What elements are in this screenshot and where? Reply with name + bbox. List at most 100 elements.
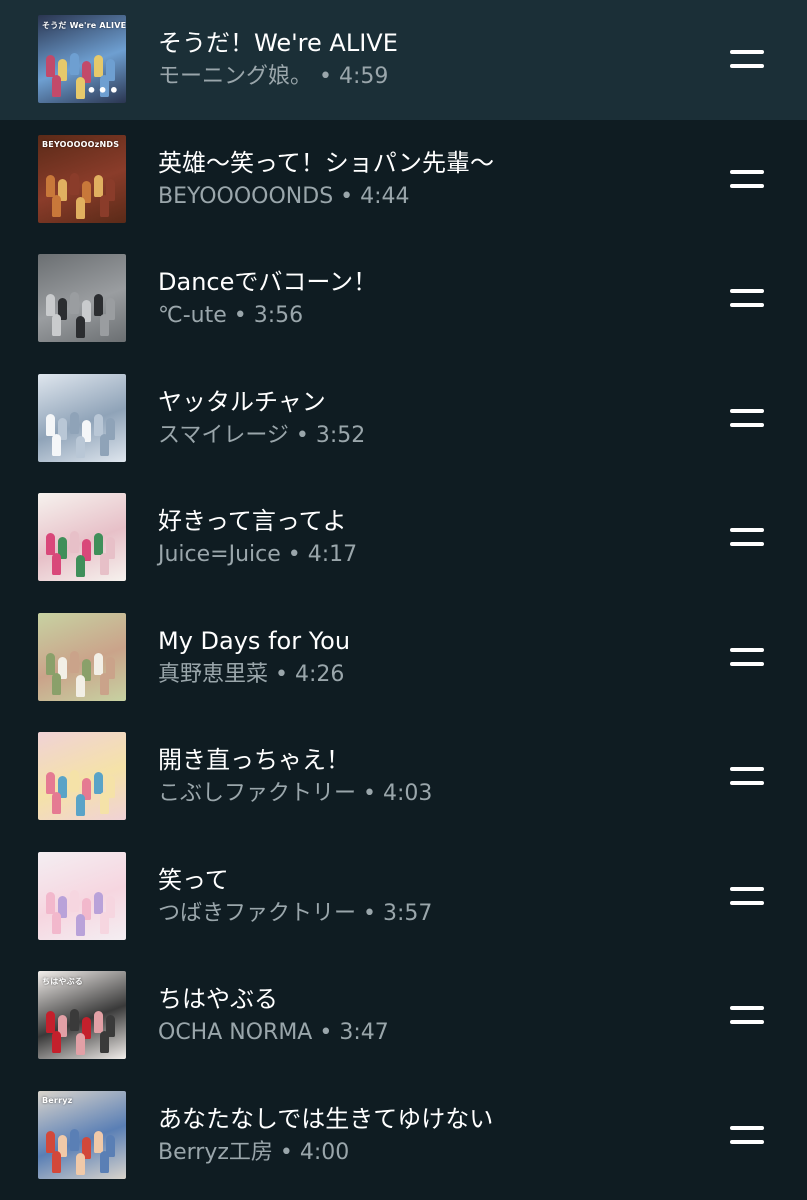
drag-handle-icon[interactable] <box>730 169 764 190</box>
song-title: My Days for You <box>158 626 351 655</box>
queue-item[interactable]: ちはやぶる ちはやぶる OCHA NORMA • 3:47 <box>0 956 807 1076</box>
album-art-figure <box>76 1152 85 1175</box>
album-art-figure <box>46 174 55 197</box>
album-art-figure <box>94 1011 103 1033</box>
album-art-figure <box>52 433 61 456</box>
queue-item[interactable]: My Days for You 真野恵里菜 • 4:26 <box>0 598 807 718</box>
album-art-figure <box>100 1031 109 1053</box>
queue-item[interactable]: 開き直っちゃえ！ こぶしファクトリー • 4:03 <box>0 717 807 837</box>
album-art-figure <box>52 553 61 575</box>
drag-handle-bar <box>730 661 764 666</box>
song-artist-duration: OCHA NORMA • 3:47 <box>158 1020 389 1045</box>
queue-item[interactable]: 笑って つばきファクトリー • 3:57 <box>0 837 807 957</box>
album-art-figure <box>100 911 109 934</box>
drag-handle-icon[interactable] <box>730 647 764 668</box>
drag-handle-bar <box>730 1020 764 1024</box>
album-art-thumbnail[interactable] <box>38 612 126 701</box>
album-art-figure <box>70 1128 79 1151</box>
album-art-figure <box>70 172 79 195</box>
album-art-figure <box>100 433 109 456</box>
drag-handle-bar <box>730 1006 764 1010</box>
album-art-figure <box>100 792 109 814</box>
album-art-figure <box>52 911 61 934</box>
song-title: 開き直っちゃえ！ <box>158 746 350 774</box>
drag-handle-bar <box>730 422 764 427</box>
album-art-figure <box>52 672 61 695</box>
drag-handle-bar <box>730 647 764 652</box>
drag-handle-bar <box>730 408 764 413</box>
song-artist-duration: こぶしファクトリー • 4:03 <box>158 781 433 806</box>
album-art-figure <box>100 314 109 336</box>
album-art-figure <box>100 1150 109 1173</box>
drag-handle-bar <box>730 528 764 532</box>
album-art-figure <box>46 1011 55 1033</box>
album-art-figure <box>46 533 55 555</box>
drag-handle-icon[interactable] <box>730 767 764 787</box>
album-art-figure <box>94 533 103 555</box>
album-art-figure <box>52 314 61 336</box>
album-art-thumbnail[interactable]: そうだ We're ALIVE ••• <box>38 15 126 103</box>
song-title: 英雄〜笑って！ショパン先輩〜 <box>158 148 494 177</box>
album-art-figure <box>94 1130 103 1153</box>
album-art-figure <box>46 55 55 77</box>
drag-handle-bar <box>730 50 764 54</box>
album-art-figure <box>94 294 103 316</box>
album-art-figure <box>94 772 103 794</box>
drag-handle-bar <box>730 303 764 307</box>
album-art-thumbnail[interactable] <box>38 493 126 581</box>
queue-item[interactable]: Berryz あなたなしでは生きてゆけない Berryz工房 • 4:00 <box>0 1076 807 1196</box>
queue-item[interactable]: ヤッタルチャン スマイレージ • 3:52 <box>0 359 807 479</box>
drag-handle-bar <box>730 289 764 293</box>
play-queue-list: そうだ We're ALIVE ••• そうだ！We're ALIVE モーニング娘。… <box>0 0 807 1200</box>
album-art-thumbnail[interactable] <box>38 373 126 462</box>
drag-handle-icon[interactable] <box>730 1006 764 1026</box>
album-art-figure <box>70 889 79 912</box>
queue-item[interactable]: BEYOOOOOzNDS 英雄〜笑って！ショパン先輩〜 BEYOOOOONDS • … <box>0 120 807 240</box>
drag-handle-icon[interactable] <box>730 408 764 429</box>
song-artist-duration: Juice=Juice • 4:17 <box>158 542 358 567</box>
song-artist-duration: 真野恵里菜 • 4:26 <box>158 661 345 687</box>
album-art-figure <box>76 913 85 936</box>
song-title: ちはやぶる <box>158 985 278 1013</box>
album-art-thumbnail[interactable]: ちはやぶる <box>38 971 126 1059</box>
drag-handle-bar <box>730 1125 764 1130</box>
drag-handle-bar <box>730 64 764 68</box>
drag-handle-icon[interactable] <box>730 528 764 548</box>
drag-handle-bar <box>730 1139 764 1144</box>
album-art-figure <box>100 553 109 575</box>
album-art-thumbnail[interactable]: Berryz <box>38 1090 126 1179</box>
queue-item[interactable]: Danceでバコーン！ ℃-ute • 3:56 <box>0 239 807 359</box>
drag-handle-icon[interactable] <box>730 50 764 70</box>
album-art-figure <box>52 1031 61 1053</box>
drag-handle-icon[interactable] <box>730 289 764 309</box>
song-title: あなたなしでは生きてゆけない <box>158 1104 494 1133</box>
album-art-figure <box>94 652 103 675</box>
album-art-figure <box>70 411 79 434</box>
song-artist-duration: Berryz工房 • 4:00 <box>158 1139 350 1165</box>
album-art-thumbnail[interactable]: BEYOOOOOzNDS <box>38 134 126 223</box>
album-art-figure <box>46 413 55 436</box>
more-options-icon[interactable]: ••• <box>86 83 120 99</box>
album-art-figure <box>70 770 79 792</box>
album-art-figure <box>70 650 79 673</box>
album-art-text: BEYOOOOOzNDS <box>42 139 120 149</box>
drag-handle-icon[interactable] <box>730 886 764 907</box>
queue-item[interactable]: 好きって言ってよ Juice=Juice • 4:17 <box>0 478 807 598</box>
album-art-thumbnail[interactable] <box>38 851 126 940</box>
drag-handle-icon[interactable] <box>730 1125 764 1146</box>
album-art-text: Berryz <box>42 1095 73 1105</box>
song-title: Danceでバコーン！ <box>158 268 378 296</box>
album-art-figure <box>52 792 61 814</box>
album-art-thumbnail[interactable] <box>38 732 126 820</box>
album-art-figure <box>100 194 109 217</box>
album-art-figure <box>76 794 85 816</box>
album-art-figure <box>100 672 109 695</box>
drag-handle-bar <box>730 900 764 905</box>
album-art-figure <box>70 53 79 75</box>
album-art-thumbnail[interactable] <box>38 254 126 342</box>
album-art-figure <box>94 891 103 914</box>
album-art-figure <box>76 77 85 99</box>
album-art-text: ちはやぶる <box>42 977 83 986</box>
album-art-figure <box>76 435 85 458</box>
queue-item[interactable]: そうだ We're ALIVE ••• そうだ！We're ALIVE モーニング娘。… <box>0 0 807 120</box>
